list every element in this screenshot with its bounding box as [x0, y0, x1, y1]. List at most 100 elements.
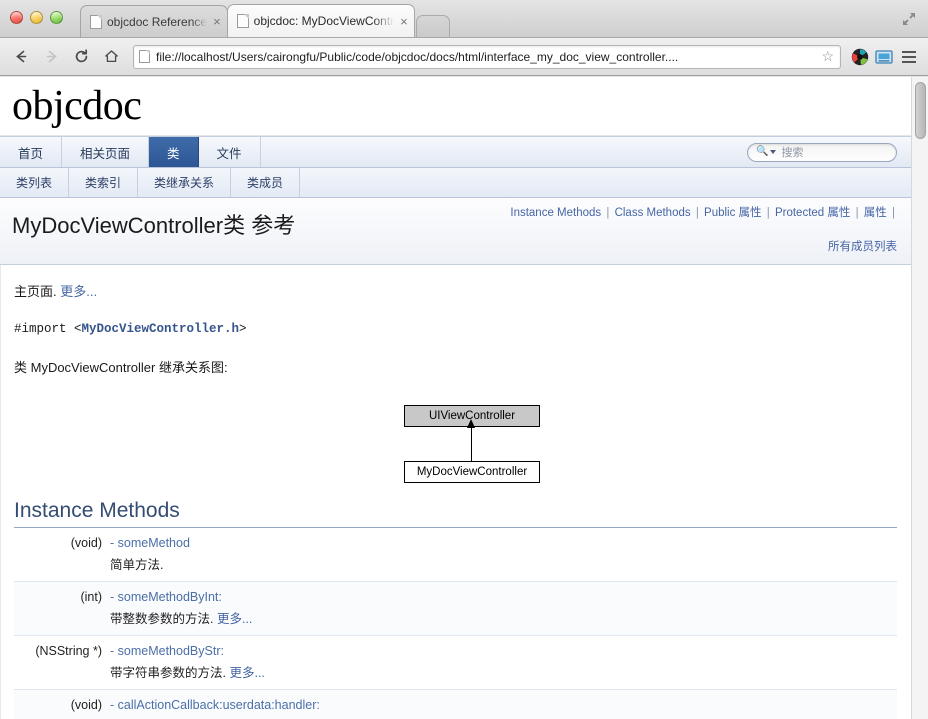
method-name-link[interactable]: someMethod	[118, 536, 190, 550]
close-icon[interactable]: ×	[213, 15, 221, 28]
forward-icon[interactable]	[38, 44, 64, 70]
method-cell: - callActionCallback:userdata:handler: 调…	[110, 689, 897, 719]
summary-link-class-methods[interactable]: Class Methods	[615, 207, 691, 219]
site-header: objcdoc	[0, 77, 911, 136]
method-brief: 带整数参数的方法. 更多...	[110, 608, 893, 627]
inheritance-arrow-icon	[467, 418, 475, 461]
table-row: (void) - someMethod 简单方法.	[14, 527, 897, 581]
nav-tab-home[interactable]: 首页	[0, 137, 63, 167]
bookmark-star-icon[interactable]: ☆	[819, 48, 836, 65]
search-placeholder: 搜索	[781, 147, 804, 159]
table-row: (int) - someMethodByInt: 带整数参数的方法. 更多...	[14, 581, 897, 635]
fullscreen-icon[interactable]	[898, 9, 920, 29]
method-brief-text: 带字符串参数的方法.	[110, 665, 226, 680]
subtab-class-index[interactable]: 类索引	[69, 168, 139, 197]
subnav-spacer	[300, 168, 911, 197]
method-more-link[interactable]: 更多...	[229, 666, 264, 680]
table-row: (void) - callActionCallback:userdata:han…	[14, 689, 897, 719]
method-more-link[interactable]: 更多...	[217, 612, 252, 626]
import-statement: #import <MyDocViewController.h>	[14, 321, 897, 339]
sub-nav-tabs: 类列表 类索引 类继承关系 类成员	[0, 168, 911, 198]
home-icon[interactable]	[98, 44, 124, 70]
method-name-link[interactable]: someMethodByStr:	[118, 644, 224, 658]
brief-description: 主页面. 更多...	[14, 283, 897, 301]
search-input[interactable]: 🔍 搜索	[747, 142, 897, 162]
summary-separator: |	[855, 207, 859, 219]
scrollbar-thumb[interactable]	[915, 82, 926, 139]
new-tab-button[interactable]	[415, 15, 450, 37]
method-return-type: (NSString *)	[14, 635, 110, 689]
method-return-type: (void)	[14, 689, 110, 719]
search-icon: 🔍	[756, 146, 769, 157]
method-brief-text: 带整数参数的方法.	[110, 611, 214, 626]
summary-separator: |	[892, 207, 895, 219]
page-icon	[90, 14, 102, 29]
import-header-link[interactable]: MyDocViewController.h	[82, 322, 240, 336]
page-content: 主页面. 更多... #import <MyDocViewController.…	[0, 265, 911, 719]
tab-strip: objcdoc Reference × objcdoc: MyDocViewCo…	[80, 4, 888, 37]
method-scope-dash: -	[110, 535, 115, 550]
maximize-window-button[interactable]	[50, 11, 63, 24]
summary-separator: |	[695, 207, 699, 219]
main-nav-tabs: 首页 相关页面 类 文件 🔍 搜索	[0, 136, 911, 168]
nav-spacer: 🔍 搜索	[260, 137, 911, 167]
summary-link-protected-properties[interactable]: Protected 属性	[775, 207, 850, 219]
import-prefix: #import <	[14, 322, 82, 337]
diagram-node-derived-class[interactable]: MyDocViewController	[404, 460, 540, 483]
method-name-link[interactable]: someMethodByInt:	[118, 590, 222, 604]
all-members-list-link[interactable]: 所有成员列表	[828, 241, 897, 253]
page-icon	[139, 50, 150, 63]
method-cell: - someMethodByStr: 带字符串参数的方法. 更多...	[110, 635, 897, 689]
method-name-link[interactable]: callActionCallback:userdata:handler:	[118, 698, 320, 712]
reload-icon[interactable]	[68, 44, 94, 70]
section-title-instance-methods: Instance Methods	[14, 499, 897, 528]
summary-link-properties[interactable]: 属性	[864, 207, 887, 219]
chevron-down-icon	[770, 150, 777, 154]
window-controls	[10, 11, 63, 24]
subtab-class-list[interactable]: 类列表	[0, 168, 70, 197]
page-scrollbar[interactable]	[911, 77, 928, 719]
method-cell: - someMethod 简单方法.	[110, 527, 897, 581]
close-window-button[interactable]	[10, 11, 23, 24]
nav-tab-related-pages[interactable]: 相关页面	[62, 137, 150, 167]
method-return-type: (int)	[14, 581, 110, 635]
summary-separator: |	[766, 207, 770, 219]
import-suffix: >	[239, 322, 247, 337]
inheritance-diagram: UIViewController MyDocViewController	[14, 397, 897, 485]
browser-toolbar: file://localhost/Users/cairongfu/Public/…	[0, 38, 928, 76]
page-header-block: Instance Methods | Class Methods | Publi…	[0, 198, 911, 265]
page-icon	[236, 14, 249, 28]
summary-separator: |	[606, 207, 610, 219]
method-brief-text: 简单方法.	[110, 557, 164, 572]
back-icon[interactable]	[8, 44, 34, 70]
method-scope-dash: -	[110, 643, 115, 658]
brief-more-link[interactable]: 更多...	[60, 284, 97, 299]
browser-titlebar: objcdoc Reference × objcdoc: MyDocViewCo…	[0, 0, 928, 38]
inheritance-caption: 类 MyDocViewController 继承关系图:	[14, 359, 228, 375]
brief-text: 主页面.	[14, 284, 57, 299]
close-icon[interactable]: ×	[400, 15, 408, 28]
tab-title: objcdoc Reference	[107, 14, 208, 29]
subtab-class-hierarchy[interactable]: 类继承关系	[138, 168, 232, 197]
nav-tab-files[interactable]: 文件	[198, 137, 261, 167]
site-logo-title: objcdoc	[12, 83, 142, 129]
method-cell: - someMethodByInt: 带整数参数的方法. 更多...	[110, 581, 897, 635]
method-scope-dash: -	[110, 589, 115, 604]
page-viewport: objcdoc 首页 相关页面 类 文件 🔍 搜索 类列表 类索引 类继承关系 …	[0, 77, 928, 719]
table-row: (NSString *) - someMethodByStr: 带字符串参数的方…	[14, 635, 897, 689]
browser-tab-2[interactable]: objcdoc: MyDocViewContr ×	[226, 4, 415, 37]
nav-tab-classes[interactable]: 类	[149, 137, 199, 167]
all-members-list-link-wrap: 所有成员列表	[12, 238, 897, 254]
address-bar[interactable]: file://localhost/Users/cairongfu/Public/…	[133, 44, 841, 69]
subtab-class-members[interactable]: 类成员	[231, 168, 301, 197]
method-brief: 带字符串参数的方法. 更多...	[110, 662, 893, 681]
minimize-window-button[interactable]	[30, 11, 43, 24]
method-return-type: (void)	[14, 527, 110, 581]
extension-icon-camera[interactable]	[850, 47, 870, 67]
extension-icon-screenshot[interactable]	[874, 47, 894, 67]
browser-menu-icon[interactable]	[898, 45, 920, 69]
instance-methods-table: (void) - someMethod 简单方法. (int) - someMe…	[14, 527, 897, 719]
summary-link-instance-methods[interactable]: Instance Methods	[510, 207, 601, 219]
browser-tab-1[interactable]: objcdoc Reference ×	[80, 5, 228, 37]
summary-link-public-properties[interactable]: Public 属性	[704, 207, 762, 219]
